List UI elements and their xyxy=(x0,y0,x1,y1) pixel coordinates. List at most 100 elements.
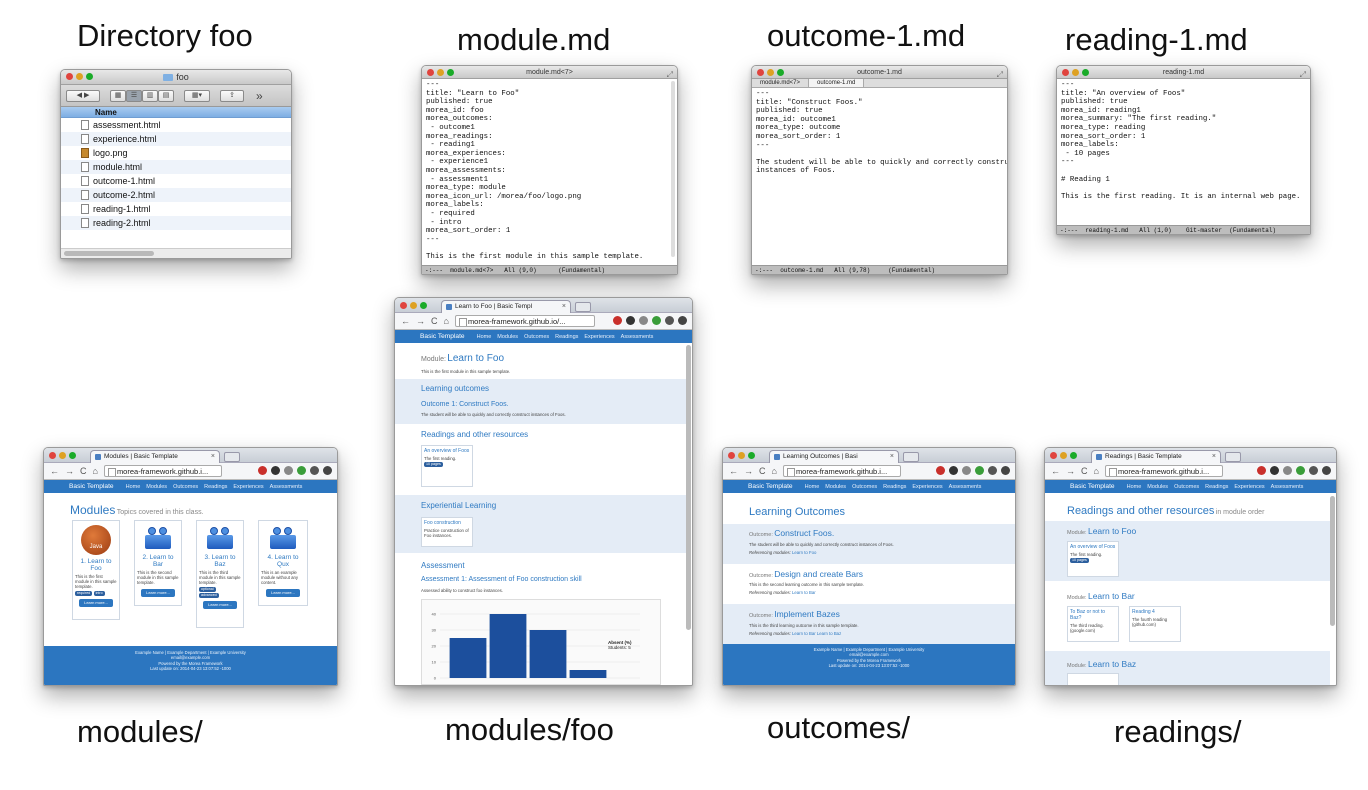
extension-icon[interactable] xyxy=(1257,466,1266,475)
module-card-2[interactable]: 2. Learn to Bar This is the second modul… xyxy=(134,520,182,606)
nav-item-modules[interactable]: Modules xyxy=(825,484,846,490)
extension-icon[interactable] xyxy=(639,316,648,325)
nav-item-modules[interactable]: Modules xyxy=(146,484,167,490)
wrench-icon[interactable] xyxy=(310,466,319,475)
file-row[interactable]: outcome-1.html xyxy=(61,174,291,188)
share-button[interactable]: ⇪ xyxy=(220,89,244,102)
zoom-icon[interactable] xyxy=(748,452,755,459)
close-icon[interactable] xyxy=(66,73,73,80)
learn-more-button[interactable]: Learn more... xyxy=(203,600,237,609)
extension-icon[interactable] xyxy=(626,316,635,325)
file-row[interactable]: experience.html xyxy=(61,132,291,146)
extension-icon[interactable] xyxy=(1296,466,1305,475)
reload-icon[interactable]: C xyxy=(80,466,87,476)
outcome-title[interactable]: Implement Bazes xyxy=(774,609,840,619)
menu-icon[interactable] xyxy=(1001,466,1010,475)
outcome-title[interactable]: Outcome 1: Construct Foos. xyxy=(421,401,509,408)
close-icon[interactable] xyxy=(49,452,56,459)
extension-icon[interactable] xyxy=(936,466,945,475)
editor-buffer[interactable]: --- title: "Construct Foos." published: … xyxy=(752,88,1007,178)
back-icon[interactable]: ← xyxy=(729,466,738,476)
module-card-title[interactable]: 1. Learn to Foo xyxy=(75,558,117,572)
close-icon[interactable] xyxy=(728,452,735,459)
new-tab-button[interactable] xyxy=(1225,452,1241,462)
learn-more-button[interactable]: Learn more... xyxy=(266,588,300,597)
module-card-1[interactable]: Java 1. Learn to Foo This is the first m… xyxy=(72,520,120,620)
page-scrollbar[interactable] xyxy=(686,345,691,630)
module-link[interactable]: Learn to Baz xyxy=(1088,659,1136,669)
nav-item-home[interactable]: Home xyxy=(477,334,492,340)
zoom-icon[interactable] xyxy=(86,73,93,80)
column-header-name[interactable]: Name xyxy=(61,107,291,118)
forward-icon[interactable]: → xyxy=(1066,466,1075,476)
home-icon[interactable]: ⌂ xyxy=(1094,466,1099,476)
editor-buffer[interactable]: --- title: "An overview of Foos" publish… xyxy=(1057,79,1310,203)
close-icon[interactable] xyxy=(427,69,434,76)
minimize-icon[interactable] xyxy=(410,302,417,309)
referencing-module-link[interactable]: Learn to Foo xyxy=(792,550,816,555)
extension-icon[interactable] xyxy=(271,466,280,475)
reading-card[interactable] xyxy=(1067,673,1119,685)
nav-item-readings[interactable]: Readings xyxy=(555,334,578,340)
nav-brand[interactable]: Basic Template xyxy=(748,483,793,490)
browser-tab[interactable]: Learning Outcomes | Basi × xyxy=(769,450,899,463)
fullscreen-icon[interactable]: ⤢ xyxy=(667,68,673,81)
nav-item-outcomes[interactable]: Outcomes xyxy=(173,484,198,490)
chart-bar[interactable] xyxy=(569,670,607,678)
nav-brand[interactable]: Basic Template xyxy=(1070,483,1115,490)
browser-tab[interactable]: Readings | Basic Template × xyxy=(1091,450,1221,463)
nav-item-home[interactable]: Home xyxy=(126,484,141,490)
nav-item-experiences[interactable]: Experiences xyxy=(1234,484,1264,490)
browser-tab[interactable]: Learn to Foo | Basic Templ × xyxy=(441,300,571,313)
minimize-icon[interactable] xyxy=(767,69,774,76)
extension-icon[interactable] xyxy=(1270,466,1279,475)
extension-icon[interactable] xyxy=(297,466,306,475)
minimize-icon[interactable] xyxy=(76,73,83,80)
coverflow-view-button[interactable]: ▤ xyxy=(158,89,174,102)
nav-item-readings[interactable]: Readings xyxy=(1205,484,1228,490)
reading-card[interactable]: An overview of Foos The first reading. 1… xyxy=(421,445,473,487)
referencing-module-link[interactable]: Learn to Bar Learn to Baz xyxy=(792,631,841,636)
module-card-title[interactable]: 3. Learn to Baz xyxy=(199,554,241,568)
experience-title[interactable]: Foo construction xyxy=(424,520,470,526)
nav-item-outcomes[interactable]: Outcomes xyxy=(852,484,877,490)
fullscreen-icon[interactable]: ⤢ xyxy=(997,68,1003,81)
nav-item-modules[interactable]: Modules xyxy=(1147,484,1168,490)
wrench-icon[interactable] xyxy=(1309,466,1318,475)
reading-title[interactable]: Reading 4 xyxy=(1132,609,1178,615)
menu-icon[interactable] xyxy=(1322,466,1331,475)
zoom-icon[interactable] xyxy=(1070,452,1077,459)
back-icon[interactable]: ← xyxy=(50,466,59,476)
assessment-title[interactable]: Assessment 1: Assessment of Foo construc… xyxy=(421,576,582,583)
nav-item-modules[interactable]: Modules xyxy=(497,334,518,340)
file-row[interactable]: outcome-2.html xyxy=(61,188,291,202)
address-bar[interactable]: morea-framework.github.i... xyxy=(1104,465,1223,477)
file-row[interactable]: reading-1.html xyxy=(61,202,291,216)
extension-icon[interactable] xyxy=(975,466,984,475)
forward-icon[interactable]: → xyxy=(65,466,74,476)
file-row[interactable]: reading-2.html xyxy=(61,216,291,230)
nav-item-assessments[interactable]: Assessments xyxy=(1271,484,1304,490)
column-view-button[interactable]: ▥ xyxy=(142,89,158,102)
extension-icon[interactable] xyxy=(962,466,971,475)
module-link[interactable]: Learn to Bar xyxy=(1088,591,1135,601)
icon-view-button[interactable]: ▦ xyxy=(110,89,126,102)
new-tab-button[interactable] xyxy=(224,452,240,462)
back-forward-button[interactable]: ◀ ▶ xyxy=(66,89,100,102)
horizontal-scrollbar[interactable] xyxy=(61,248,291,258)
more-icon[interactable]: » xyxy=(256,89,263,103)
extension-icon[interactable] xyxy=(1283,466,1292,475)
module-card-title[interactable]: 2. Learn to Bar xyxy=(137,554,179,568)
reading-title[interactable]: An overview of Foos xyxy=(1070,544,1116,550)
arrange-button[interactable]: ▦▾ xyxy=(184,89,210,102)
minimize-icon[interactable] xyxy=(1072,69,1079,76)
nav-item-home[interactable]: Home xyxy=(805,484,820,490)
minimize-icon[interactable] xyxy=(437,69,444,76)
tab-outcome-md[interactable]: outcome-1.md xyxy=(809,79,865,87)
editor-scrollbar[interactable] xyxy=(671,81,675,257)
file-row[interactable]: module.html xyxy=(61,160,291,174)
new-tab-button[interactable] xyxy=(903,452,919,462)
menu-icon[interactable] xyxy=(323,466,332,475)
new-tab-button[interactable] xyxy=(575,302,591,312)
zoom-icon[interactable] xyxy=(69,452,76,459)
